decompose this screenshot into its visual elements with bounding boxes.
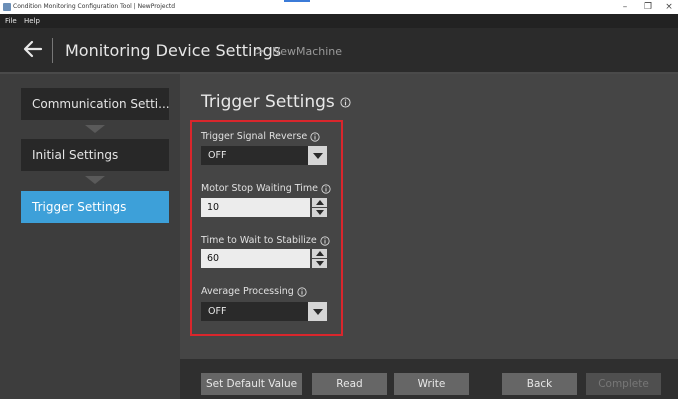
- dropdown-arrow-icon[interactable]: [308, 302, 327, 321]
- info-icon[interactable]: [321, 183, 331, 194]
- minimize-button[interactable]: –: [618, 1, 632, 13]
- complete-button[interactable]: Complete: [586, 373, 661, 395]
- average-processing-dropdown[interactable]: OFF: [201, 302, 327, 321]
- section-title: Trigger Settings: [201, 90, 351, 114]
- increment-icon[interactable]: [312, 198, 327, 207]
- field-label: Average Processing: [201, 285, 307, 298]
- page-header: Monitoring Device Settings > NewMachine: [0, 28, 678, 74]
- write-button[interactable]: Write: [394, 373, 469, 395]
- field-label: Motor Stop Waiting Time: [201, 182, 331, 195]
- sidebar-step-initial[interactable]: Initial Settings: [21, 139, 169, 171]
- sidebar: Communication Setti... Initial Settings …: [0, 74, 180, 399]
- dropdown-value: OFF: [208, 150, 227, 161]
- trigger-signal-reverse-dropdown[interactable]: OFF: [201, 146, 327, 165]
- footer-bar: Set Default Value Read Write Back Comple…: [180, 359, 678, 399]
- field-label-text: Motor Stop Waiting Time: [201, 183, 319, 194]
- title-bar: Condition Monitoring Configuration Tool …: [0, 0, 678, 14]
- app-icon: [3, 3, 11, 11]
- info-icon[interactable]: [340, 96, 351, 108]
- info-icon[interactable]: [320, 235, 330, 246]
- sidebar-step-trigger[interactable]: Trigger Settings: [21, 191, 169, 223]
- field-label-text: Average Processing: [201, 286, 294, 297]
- breadcrumb: NewMachine: [272, 45, 343, 58]
- field-label-text: Time to Wait to Stabilize: [201, 235, 317, 246]
- window-title: Condition Monitoring Configuration Tool …: [13, 3, 176, 10]
- read-button[interactable]: Read: [312, 373, 387, 395]
- menu-help[interactable]: Help: [24, 17, 40, 25]
- motor-stop-waiting-time-stepper: [201, 198, 327, 217]
- decrement-icon[interactable]: [312, 208, 327, 217]
- time-to-wait-to-stabilize-stepper: [201, 249, 327, 268]
- info-icon[interactable]: [310, 131, 320, 142]
- field-label: Trigger Signal Reverse: [201, 130, 320, 143]
- back-button[interactable]: Back: [502, 373, 577, 395]
- time-to-wait-to-stabilize-input[interactable]: [201, 249, 310, 268]
- motor-stop-waiting-time-input[interactable]: [201, 198, 310, 217]
- section-title-text: Trigger Settings: [201, 92, 335, 112]
- decrement-icon[interactable]: [312, 259, 327, 268]
- sidebar-step-communication[interactable]: Communication Setti...: [21, 88, 169, 120]
- set-default-value-button[interactable]: Set Default Value: [201, 373, 302, 395]
- maximize-button[interactable]: ❐: [641, 1, 655, 13]
- arrow-left-icon[interactable]: [22, 38, 44, 60]
- page-title: Monitoring Device Settings: [65, 41, 282, 60]
- header-divider: [52, 38, 53, 63]
- main-panel: Trigger Settings Trigger Signal Reverse …: [180, 74, 678, 359]
- field-label-text: Trigger Signal Reverse: [201, 131, 308, 142]
- dropdown-arrow-icon[interactable]: [308, 146, 327, 165]
- title-accent-line: [284, 0, 310, 2]
- dropdown-value: OFF: [208, 306, 227, 317]
- chevron-down-icon: [85, 125, 105, 133]
- menu-file[interactable]: File: [5, 17, 17, 25]
- chevron-down-icon: [85, 176, 105, 184]
- info-icon[interactable]: [297, 286, 307, 297]
- menu-bar: File Help: [0, 14, 678, 28]
- increment-icon[interactable]: [312, 249, 327, 258]
- field-label: Time to Wait to Stabilize: [201, 234, 330, 247]
- close-button[interactable]: ×: [662, 1, 676, 13]
- breadcrumb-separator: >: [255, 44, 266, 58]
